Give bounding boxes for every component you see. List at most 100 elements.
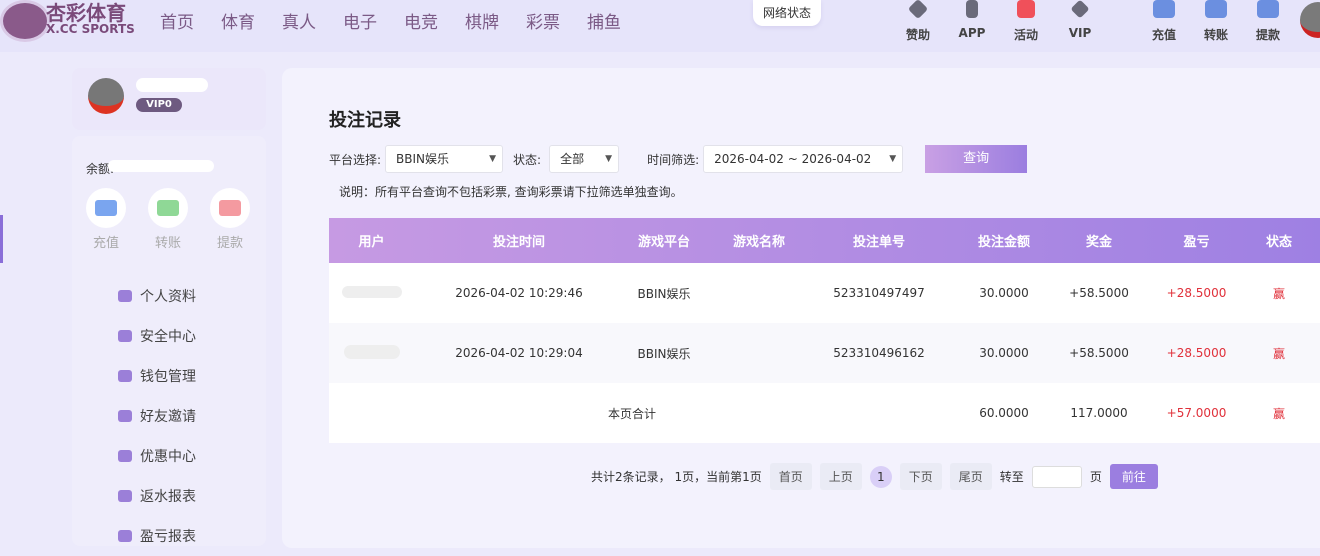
vip-button[interactable]: VIP [1060,0,1100,40]
status-label: 状态: [513,152,542,167]
brand-sub: X.CC SPORTS [46,22,135,36]
account-card: 余额: 充值 转账 提款 个人资料 安全中心 钱包管理 好友邀请 优惠中心 返水… [72,136,266,546]
sponsor-button[interactable]: 赞助 [898,0,938,43]
withdraw-icon [219,200,241,216]
pagination: 共计2条记录， 1页，当前第1页 首页 上页 1 下页 尾页 转至 页 前往 [591,463,1158,490]
cell-profit: +28.5000 [1166,286,1227,300]
total-label: 本页合计 [607,406,656,421]
transfer-label: 转账 [154,236,181,251]
cell-time: 2026-04-02 10:29:04 [455,346,583,360]
cell-status: 赢 [1272,286,1285,301]
menu-label: 返水报表 [140,489,196,505]
sidebar-deposit-button[interactable]: 充值 [86,188,126,251]
sidebar-item-profile[interactable]: 个人资料 [118,276,196,316]
sidebar-item-pnl[interactable]: 盈亏报表 [118,516,196,556]
cell-amount: 30.0000 [979,286,1029,300]
profile-icon [118,290,132,302]
nav-live[interactable]: 真人 [282,8,316,33]
vip-label: VIP [1068,26,1092,40]
promo-button[interactable]: 活动 [1006,0,1046,43]
platform-label: 平台选择: [329,152,382,167]
menu-label: 钱包管理 [140,369,196,385]
transfer-button[interactable]: 转账 [1196,0,1236,43]
main-panel: 投注记录 平台选择: BBIN娱乐 状态: 全部 时间筛选: 2026-04-0… [282,68,1320,548]
col-platform: 游戏平台 [637,235,690,250]
report-icon [118,530,132,542]
report-icon [118,490,132,502]
withdraw-label: 提款 [1255,28,1280,42]
current-page[interactable]: 1 [869,465,892,488]
sidebar-item-wallet[interactable]: 钱包管理 [118,356,196,396]
col-game: 游戏名称 [732,235,785,250]
sponsor-label: 赞助 [905,28,930,42]
menu-label: 盈亏报表 [140,529,196,545]
prev-page-button[interactable]: 上页 [819,463,862,490]
scroll-indicator [0,215,3,263]
app-label: APP [958,26,986,40]
next-page-button[interactable]: 下页 [899,463,942,490]
sidebar-item-rebate[interactable]: 返水报表 [118,476,196,516]
nav-cards[interactable]: 棋牌 [465,8,499,33]
mail-icon [118,410,132,422]
go-button[interactable]: 前往 [1109,464,1158,489]
sidebar-transfer-button[interactable]: 转账 [148,188,188,251]
cell-order: 523310496162 [833,346,925,360]
sidebar-item-security[interactable]: 安全中心 [118,316,196,356]
status-select[interactable]: 全部 [549,145,620,173]
col-status: 状态 [1265,235,1292,250]
brand-name: 杏彩体育 [46,1,126,25]
page-label: 页 [1089,470,1102,484]
bet-table: 用户 投注时间 游戏平台 游戏名称 投注单号 投注金额 奖金 盈亏 状态 202… [329,218,1320,443]
wallet-icon [1257,0,1279,18]
wallet-icon [1205,0,1227,18]
nav-sports[interactable]: 体育 [221,8,255,33]
total-profit: +57.0000 [1166,406,1227,420]
vip-badge: VIP0 [136,98,182,112]
last-page-button[interactable]: 尾页 [949,463,992,490]
logo-icon[interactable] [0,0,50,42]
app-button[interactable]: APP [952,0,992,40]
pager-summary: 共计2条记录， 1页，当前第1页 [591,470,762,484]
sidebar-item-invite[interactable]: 好友邀请 [118,396,196,436]
time-label: 时间筛选: [647,152,700,167]
total-status: 赢 [1272,406,1285,421]
nav-lottery[interactable]: 彩票 [526,8,560,33]
vip-icon [1070,0,1090,19]
goto-label: 转至 [999,470,1024,484]
nav-home[interactable]: 首页 [160,8,194,33]
sidebar-withdraw-button[interactable]: 提款 [210,188,250,251]
first-page-button[interactable]: 首页 [769,463,812,490]
deposit-button[interactable]: 充值 [1144,0,1184,43]
nav-esports[interactable]: 电竞 [404,8,438,33]
withdraw-button[interactable]: 提款 [1248,0,1288,43]
wallet-icon [95,200,117,216]
promo-label: 活动 [1013,28,1038,42]
cell-amount: 30.0000 [979,346,1029,360]
avatar[interactable] [1300,2,1320,38]
shield-icon [118,330,132,342]
col-user: 用户 [358,235,385,250]
ticket-icon [118,450,132,462]
page-input[interactable] [1031,465,1082,488]
wallet-icon [118,370,132,382]
cell-time: 2026-04-02 10:29:46 [455,286,583,300]
cell-platform: BBIN娱乐 [637,346,691,361]
col-bonus: 奖金 [1085,235,1112,250]
date-range-input[interactable]: 2026-04-02 ~ 2026-04-02 [703,145,904,173]
wallet-icon [1153,0,1175,18]
query-button[interactable]: 查询 [925,145,1028,173]
col-time: 投注时间 [492,235,545,250]
sidebar: VIP0 余额: 充值 转账 提款 个人资料 安全中心 钱包管理 好友邀请 优惠… [72,68,266,548]
nav-slots[interactable]: 电子 [343,8,377,33]
sidebar-item-promo[interactable]: 优惠中心 [118,436,196,476]
menu-label: 安全中心 [140,329,196,345]
network-status-button[interactable]: 网络状态 [753,0,821,26]
platform-select[interactable]: BBIN娱乐 [385,145,504,173]
gift-icon [1017,0,1035,18]
menu-label: 个人资料 [140,289,196,305]
table-header: 用户 投注时间 游戏平台 游戏名称 投注单号 投注金额 奖金 盈亏 状态 [329,218,1320,263]
main-nav: 首页 体育 真人 电子 电竞 棋牌 彩票 捕鱼 [160,8,621,33]
total-bonus: 117.0000 [1070,406,1128,420]
cell-platform: BBIN娱乐 [637,286,691,301]
nav-fishing[interactable]: 捕鱼 [587,8,621,33]
